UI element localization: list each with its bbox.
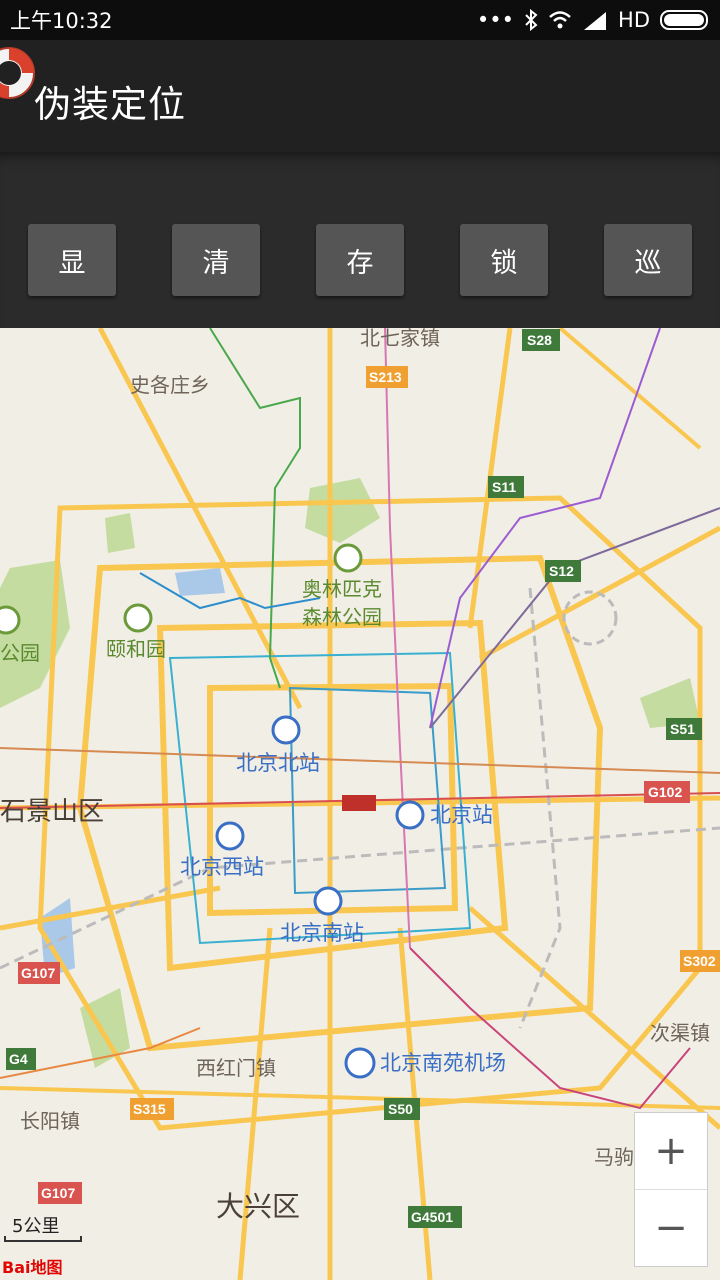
clear-button[interactable]: 清 xyxy=(172,224,260,296)
more-dots-icon: ••• xyxy=(476,8,515,32)
shield-g107a: G107 xyxy=(21,965,55,981)
shield-s315: S315 xyxy=(133,1101,166,1117)
signal-icon xyxy=(584,12,607,30)
label-beijing-station: 北京站 xyxy=(430,804,493,827)
label-shigezhuang: 史各庄乡 xyxy=(130,374,210,397)
status-icons: ••• HD xyxy=(477,8,710,32)
patrol-button[interactable]: 巡 xyxy=(604,224,692,296)
zoom-in-button[interactable]: + xyxy=(635,1113,707,1189)
shield-s11: S11 xyxy=(492,479,516,495)
label-beijing-west: 北京西站 xyxy=(180,856,264,879)
shield-s12: S12 xyxy=(549,563,574,579)
label-yiheyuan: 颐和园 xyxy=(106,638,166,661)
label-beiqijia: 北七家镇 xyxy=(360,328,440,350)
lock-button[interactable]: 锁 xyxy=(460,224,548,296)
app-title: 伪装定位 xyxy=(34,83,186,126)
label-cijuzhen: 次渠镇 xyxy=(650,1022,710,1045)
zoom-controls: + − xyxy=(634,1112,708,1267)
bluetooth-icon xyxy=(525,9,538,31)
label-maju: 马驹 xyxy=(594,1146,634,1169)
shield-s28: S28 xyxy=(527,332,552,348)
shield-s50: S50 xyxy=(388,1101,413,1117)
label-nanyuan-airport: 北京南苑机场 xyxy=(380,1052,506,1075)
shield-g107b: G107 xyxy=(41,1185,75,1201)
map-view[interactable]: 北七家镇 史各庄乡 奥林匹克 森林公园 颐和园 公园 北京北站 石景山区 北京站… xyxy=(0,328,720,1280)
scale-label: 5公里 xyxy=(12,1216,60,1237)
shield-s302: S302 xyxy=(683,953,716,969)
label-beijing-north: 北京北站 xyxy=(236,752,320,775)
status-bar: 上午10:32 ••• HD xyxy=(0,0,720,40)
baidu-logo: Bai地图 xyxy=(2,1258,63,1277)
zoom-out-button[interactable]: − xyxy=(635,1190,707,1266)
battery-icon xyxy=(660,10,708,30)
shield-g102: G102 xyxy=(648,784,682,800)
status-time: 上午10:32 xyxy=(10,9,113,33)
label-park: 公园 xyxy=(0,643,40,665)
save-button[interactable]: 存 xyxy=(316,224,404,296)
label-changyang: 长阳镇 xyxy=(20,1110,80,1133)
label-olympic-1: 奥林匹克 xyxy=(302,578,382,601)
shield-s213: S213 xyxy=(369,369,402,385)
label-beijing-south: 北京南站 xyxy=(280,922,364,945)
label-daxing: 大兴区 xyxy=(216,1191,300,1222)
shield-s51: S51 xyxy=(670,721,695,737)
label-olympic-2: 森林公园 xyxy=(302,606,382,629)
action-bar: 伪装定位 xyxy=(0,40,720,152)
lifebuoy-icon[interactable] xyxy=(0,44,38,102)
network-label: HD xyxy=(618,8,650,32)
label-shijingshan: 石景山区 xyxy=(0,796,104,826)
shield-g4: G4 xyxy=(9,1051,28,1067)
shield-g4501: G4501 xyxy=(411,1209,453,1225)
show-button[interactable]: 显 xyxy=(28,224,116,296)
label-xihongmen: 西红门镇 xyxy=(196,1057,276,1080)
map-canvas[interactable]: 北七家镇 史各庄乡 奥林匹克 森林公园 颐和园 公园 北京北站 石景山区 北京站… xyxy=(0,328,720,1280)
toolbar: 显 清 存 锁 巡 xyxy=(0,152,720,328)
scale-bar xyxy=(4,1236,82,1242)
wifi-icon xyxy=(549,11,571,29)
